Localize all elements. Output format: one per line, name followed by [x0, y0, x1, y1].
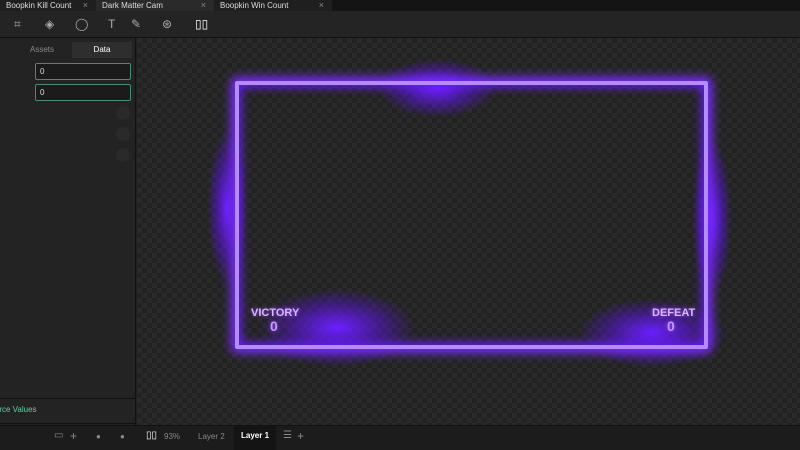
tab-dark-matter-cam[interactable]: Dark Matter Cam × [96, 0, 214, 11]
tab-assets[interactable]: Assets [12, 42, 72, 58]
value-field[interactable]: 0 [35, 63, 131, 80]
layer-tab[interactable]: Layer 2 [198, 432, 225, 441]
dot-button[interactable] [116, 148, 130, 162]
tab-label: Boopkin Kill Count [6, 1, 72, 10]
menu-icon[interactable]: ☰ [283, 430, 292, 441]
tab-data[interactable]: Data [72, 42, 132, 58]
dropdown-icon[interactable]: ● [120, 432, 125, 441]
toolbar: ⌗ ◈ ◯ T ✎ ⊛ ▯▯ [0, 11, 800, 38]
folder-icon[interactable]: ▭ [54, 430, 63, 441]
document-tabs: Boopkin Kill Count × Dark Matter Cam × Boo… [0, 0, 800, 11]
pause-icon[interactable]: ▯▯ [146, 430, 157, 441]
value-field[interactable]: 0 [35, 84, 131, 101]
add-icon[interactable]: + [70, 429, 77, 443]
layer-tab-active[interactable]: Layer 1 [234, 426, 277, 450]
divider [0, 423, 136, 424]
force-values-link[interactable]: Force Values [0, 405, 37, 414]
zoom-level[interactable]: 93% [164, 432, 180, 441]
victory-count: 0 [270, 318, 278, 334]
ellipse-icon[interactable]: ◯ [75, 17, 88, 31]
tab-win-count[interactable]: Boopkin Win Count × [214, 0, 332, 11]
tab-label: Dark Matter Cam [102, 1, 163, 10]
brush-icon[interactable]: ✎ [131, 17, 141, 31]
pause-icon[interactable]: ▯▯ [195, 17, 208, 31]
defeat-count: 0 [667, 318, 675, 334]
crop-icon[interactable]: ⌗ [14, 17, 21, 32]
canvas[interactable]: VICTORY 0 DEFEAT 0 [137, 38, 800, 425]
tab-kill-count[interactable]: Boopkin Kill Count × [0, 0, 96, 11]
webcam-frame[interactable] [235, 81, 708, 349]
dot-button[interactable] [116, 106, 130, 120]
dropdown-icon[interactable]: ● [96, 432, 101, 441]
pen-icon[interactable]: ◈ [45, 17, 54, 31]
close-icon[interactable]: × [319, 0, 324, 11]
effect-icon[interactable]: ⊛ [162, 17, 172, 31]
close-icon[interactable]: × [83, 0, 88, 11]
close-icon[interactable]: × [201, 0, 206, 11]
side-panel: Assets Data 0 0 Force Values [0, 38, 136, 425]
tab-label: Boopkin Win Count [220, 1, 289, 10]
text-icon[interactable]: T [108, 17, 115, 31]
divider [0, 398, 136, 399]
add-layer-icon[interactable]: + [297, 429, 304, 443]
dot-button[interactable] [116, 127, 130, 141]
bottom-bar: ▭ + ● ● ▯▯ 93% Layer 2 Layer 1 ☰ + [0, 425, 800, 450]
